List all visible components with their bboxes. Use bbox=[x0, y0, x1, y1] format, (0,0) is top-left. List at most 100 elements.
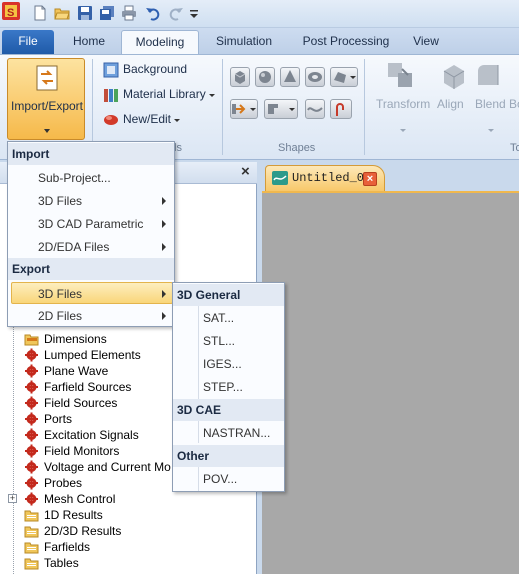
menu-item-import-3d-files[interactable]: 3D Files bbox=[38, 190, 172, 212]
blend-label: Blend bbox=[475, 97, 506, 111]
menu-item-2d-eda-files[interactable]: 2D/EDA Files bbox=[38, 236, 172, 258]
close-tab-icon[interactable]: × bbox=[363, 172, 377, 186]
curve-button[interactable] bbox=[305, 99, 325, 119]
save-all-icon[interactable] bbox=[99, 5, 115, 21]
pick-button[interactable] bbox=[230, 99, 258, 119]
tree-item-label: Mesh Control bbox=[44, 492, 116, 506]
app-logo-icon[interactable]: S bbox=[2, 2, 20, 20]
new-file-icon[interactable] bbox=[32, 5, 48, 21]
menu-item-pov[interactable]: POV... bbox=[203, 468, 283, 490]
submenu-arrow-icon bbox=[162, 197, 166, 205]
extrude-icon bbox=[334, 72, 346, 83]
tree-item-label: 2D/3D Results bbox=[44, 524, 122, 538]
align-button[interactable]: Align bbox=[435, 61, 471, 117]
tree-item-label: 1D Results bbox=[44, 508, 103, 522]
svg-text:S: S bbox=[7, 7, 14, 19]
open-folder-icon[interactable] bbox=[54, 5, 70, 21]
tab-modeling[interactable]: Modeling bbox=[121, 30, 199, 54]
menu-item-iges[interactable]: IGES... bbox=[203, 353, 283, 375]
red-gear-icon bbox=[25, 396, 38, 410]
redo-icon[interactable] bbox=[168, 5, 184, 21]
document-tab[interactable]: Untitled_0* × bbox=[265, 165, 385, 191]
red-gear-icon bbox=[25, 444, 38, 458]
blend-button[interactable]: Blend bbox=[474, 61, 510, 117]
tree-item-label: Field Sources bbox=[44, 396, 118, 410]
chevron-down-icon bbox=[488, 129, 494, 132]
import-export-button[interactable]: Import/Export bbox=[7, 58, 85, 140]
print-icon[interactable] bbox=[121, 5, 137, 21]
tab-simulation[interactable]: Simulation bbox=[206, 30, 282, 54]
torus-shape-button[interactable] bbox=[305, 67, 325, 87]
bend-button[interactable] bbox=[330, 99, 352, 119]
tree-item-label: Voltage and Current Mo bbox=[44, 460, 171, 474]
chevron-down-icon bbox=[44, 129, 50, 133]
red-gear-icon bbox=[25, 412, 38, 426]
red-gear-icon bbox=[25, 428, 38, 442]
document-tab-icon bbox=[272, 171, 288, 185]
sphere-shape-button[interactable] bbox=[255, 67, 275, 87]
menu-item-stl[interactable]: STL... bbox=[203, 330, 283, 352]
tab-home[interactable]: Home bbox=[62, 30, 116, 54]
transform-icon bbox=[388, 63, 412, 87]
import-export-label: Import/Export bbox=[10, 99, 84, 113]
red-gear-icon bbox=[25, 492, 38, 506]
transform-label: Transform bbox=[376, 97, 431, 111]
folder-icon bbox=[24, 542, 39, 554]
folder-icon bbox=[24, 510, 39, 522]
truncated-button[interactable]: Bo bbox=[509, 61, 519, 117]
transform-button[interactable]: Transform bbox=[376, 61, 432, 117]
menu-item-export-2d-files[interactable]: 2D Files bbox=[38, 305, 172, 327]
submenu-arrow-icon bbox=[162, 312, 166, 320]
chevron-down-icon bbox=[289, 108, 295, 111]
submenu-arrow-icon bbox=[162, 243, 166, 251]
tree-item-label: Excitation Signals bbox=[44, 428, 139, 442]
materials-group-label: ls bbox=[174, 142, 182, 154]
tab-file[interactable]: File bbox=[2, 30, 54, 54]
close-panel-icon[interactable]: × bbox=[241, 163, 250, 180]
menu-item-label: 2D/EDA Files bbox=[38, 240, 110, 254]
tree-item-label: Tables bbox=[44, 556, 79, 570]
ribbon-tab-bar: File Home Modeling Simulation Post Proce… bbox=[0, 28, 519, 54]
new-edit-label: New/Edit bbox=[123, 112, 172, 126]
background-icon bbox=[103, 62, 119, 78]
menu-item-nastran[interactable]: NASTRAN... bbox=[203, 422, 283, 444]
chevron-down-icon bbox=[350, 76, 356, 79]
document-tab-title: Untitled_0* bbox=[292, 171, 372, 185]
background-button[interactable]: Background bbox=[101, 61, 221, 79]
3d-view-canvas[interactable] bbox=[262, 191, 519, 574]
customize-arrow-icon[interactable] bbox=[189, 5, 199, 21]
tree-item-label: Lumped Elements bbox=[44, 348, 141, 362]
more-shapes-button[interactable] bbox=[330, 67, 358, 87]
menu-item-export-3d-files[interactable]: 3D Files bbox=[11, 282, 173, 304]
submenu-arrow-icon bbox=[162, 290, 166, 298]
sphere-icon bbox=[259, 71, 271, 83]
menu-item-sat[interactable]: SAT... bbox=[203, 307, 283, 329]
export-3d-submenu: 3D General SAT... STL... IGES... STEP...… bbox=[172, 282, 285, 492]
tree-item-label: Plane Wave bbox=[44, 364, 109, 378]
cone-shape-button[interactable] bbox=[280, 67, 300, 87]
tab-post-processing[interactable]: Post Processing bbox=[290, 30, 402, 54]
red-gear-icon bbox=[25, 380, 38, 394]
red-gear-icon bbox=[25, 348, 38, 362]
export-section-header: Export bbox=[8, 258, 174, 280]
save-icon[interactable] bbox=[77, 5, 93, 21]
menu-gutter-line bbox=[198, 421, 199, 443]
cone-icon bbox=[284, 70, 296, 82]
material-library-button[interactable]: Material Library bbox=[101, 86, 221, 104]
expand-icon[interactable]: + bbox=[8, 494, 17, 503]
menu-item-step[interactable]: STEP... bbox=[203, 376, 283, 398]
boolean-icon bbox=[268, 104, 278, 114]
import-section-header: Import bbox=[8, 143, 174, 165]
menu-item-3d-cad-parametric[interactable]: 3D CAD Parametric bbox=[38, 213, 172, 235]
boolean-button[interactable] bbox=[264, 99, 298, 119]
align-icon bbox=[443, 65, 465, 89]
undo-icon[interactable] bbox=[145, 5, 161, 21]
align-label: Align bbox=[437, 97, 464, 111]
tools-group-label: To bbox=[510, 142, 519, 154]
new-edit-button[interactable]: New/Edit bbox=[101, 111, 191, 129]
menu-item-sub-project[interactable]: Sub-Project... bbox=[38, 167, 168, 189]
brick-shape-button[interactable] bbox=[230, 67, 250, 87]
tab-view[interactable]: View bbox=[404, 30, 448, 54]
material-library-icon bbox=[104, 89, 118, 102]
curve-icon bbox=[307, 107, 323, 112]
